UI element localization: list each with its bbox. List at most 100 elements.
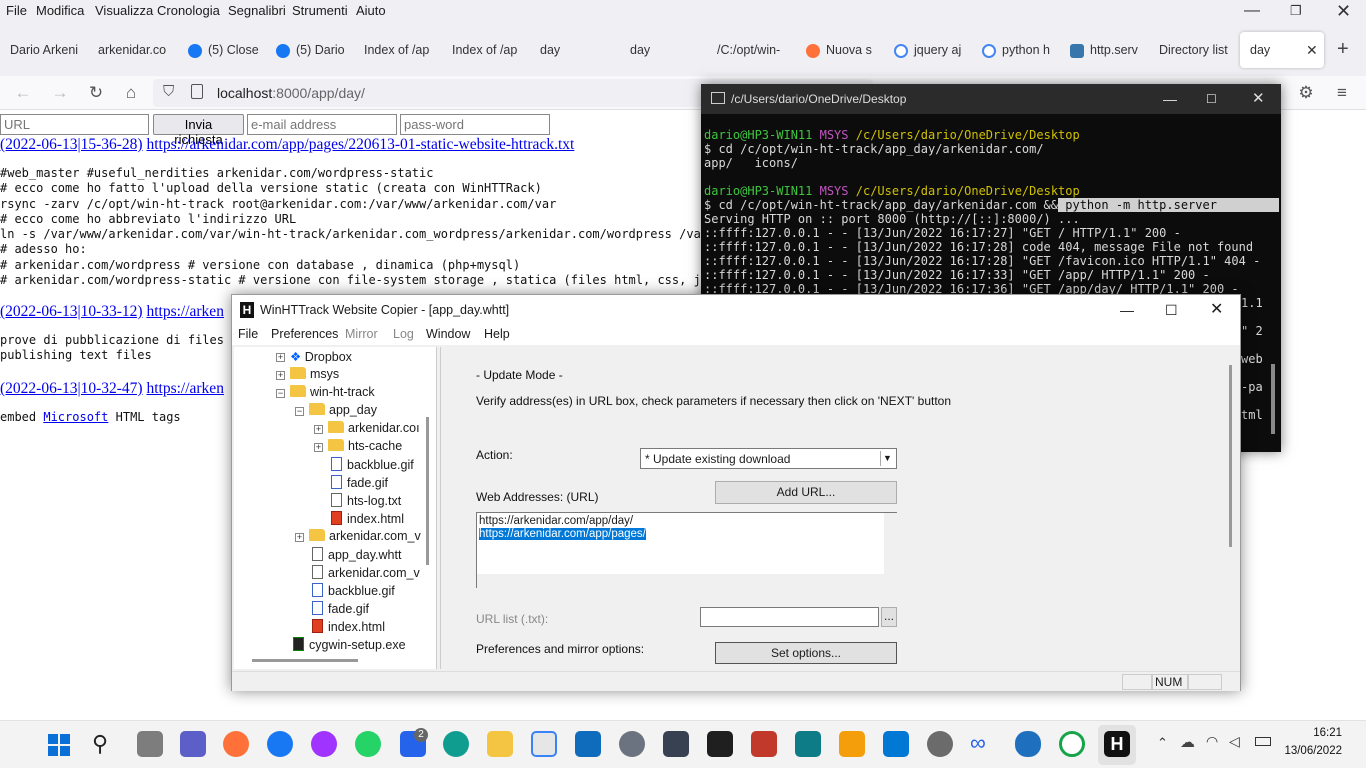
expand-icon[interactable]: +: [276, 371, 285, 380]
store-icon[interactable]: [531, 731, 557, 757]
firefox-icon[interactable]: [223, 731, 249, 757]
terminal-scrollbar[interactable]: [1271, 364, 1275, 434]
menu-log[interactable]: Log: [393, 327, 414, 341]
tree-scrollbar[interactable]: [426, 417, 429, 565]
menu-visualizza[interactable]: Visualizza: [95, 3, 153, 18]
action-select[interactable]: * Update existing download ▼: [640, 448, 897, 469]
expand-icon[interactable]: +: [314, 425, 323, 434]
add-url-button[interactable]: Add URL...: [715, 481, 897, 504]
camera-icon[interactable]: [663, 731, 689, 757]
whatsapp-icon[interactable]: [355, 731, 381, 757]
httrack-titlebar[interactable]: H WinHTTrack Website Copier - [app_day.w…: [232, 295, 1240, 325]
facebook-icon[interactable]: [267, 731, 293, 757]
expand-icon[interactable]: +: [314, 443, 323, 452]
teams-chat-icon[interactable]: [180, 731, 206, 757]
restore-icon[interactable]: ❐: [1290, 3, 1302, 19]
tab-item[interactable]: Nuova s: [796, 32, 878, 68]
maximize-icon[interactable]: ☐: [1206, 84, 1217, 114]
email-input[interactable]: [247, 114, 397, 135]
collapse-icon[interactable]: −: [276, 389, 285, 398]
set-options-button[interactable]: Set options...: [715, 642, 897, 664]
tree-item[interactable]: cygwin-setup.exe: [293, 637, 406, 652]
tree-item[interactable]: backblue.gif: [312, 583, 395, 598]
menu-mirror[interactable]: Mirror: [345, 327, 378, 341]
clock-time[interactable]: 16:21: [1288, 727, 1342, 739]
tab-item[interactable]: Index of /ap: [354, 32, 436, 68]
reload-icon[interactable]: ↻: [85, 82, 107, 104]
url-textarea[interactable]: https://arkenidar.com/app/day/ https://a…: [476, 512, 897, 588]
tree-item[interactable]: index.html: [331, 511, 404, 526]
maximize-icon[interactable]: ☐: [1165, 295, 1178, 325]
tree-item[interactable]: index.html: [312, 619, 385, 634]
tab-item[interactable]: Index of /ap: [442, 32, 524, 68]
tree-item[interactable]: fade.gif: [312, 601, 369, 616]
microsoft-link[interactable]: Microsoft: [43, 410, 108, 424]
url-hscrollbar[interactable]: [477, 574, 884, 588]
tree-item[interactable]: hts-log.txt: [331, 493, 401, 508]
remote-icon[interactable]: [795, 731, 821, 757]
search-icon[interactable]: ⚲: [92, 731, 108, 757]
menu-file[interactable]: File: [6, 3, 27, 18]
url-list-input[interactable]: [700, 607, 879, 627]
volume-icon[interactable]: ◁: [1229, 733, 1240, 750]
tree-item[interactable]: app_day: [309, 403, 377, 417]
close-icon[interactable]: ✕: [1252, 84, 1265, 114]
messenger-icon[interactable]: [311, 731, 337, 757]
vscode-icon[interactable]: [883, 731, 909, 757]
tab-item[interactable]: day: [530, 32, 612, 68]
tab-item[interactable]: jquery aj: [884, 32, 966, 68]
tree-item[interactable]: msys: [290, 367, 339, 381]
hamburger-menu-icon[interactable]: ≡: [1331, 82, 1353, 104]
edge-icon[interactable]: [443, 731, 469, 757]
chevron-up-icon[interactable]: ⌃: [1157, 735, 1168, 751]
tab-item-active[interactable]: day ✕: [1240, 32, 1324, 68]
tab-item[interactable]: arkenidar.co: [88, 32, 170, 68]
file-explorer-icon[interactable]: [487, 731, 513, 757]
menu-file[interactable]: File: [238, 327, 258, 341]
menu-segnalibri[interactable]: Segnalibri: [228, 3, 286, 18]
minimize-icon[interactable]: —: [1120, 295, 1134, 325]
forward-icon[interactable]: →: [49, 82, 71, 104]
sublime-icon[interactable]: [839, 731, 865, 757]
tree-item[interactable]: app_day.whtt: [312, 547, 401, 562]
menu-cronologia[interactable]: Cronologia: [157, 3, 220, 18]
tree-item[interactable]: arkenidar.coı: [328, 421, 420, 435]
tree-item[interactable]: win-ht-track: [290, 385, 375, 399]
settings-icon[interactable]: [619, 731, 645, 757]
expand-icon[interactable]: +: [295, 533, 304, 542]
tree-item[interactable]: ❖ Dropbox: [290, 349, 352, 364]
folder-tree[interactable]: + ❖ Dropbox + msys − win-ht-track − app_…: [234, 347, 437, 669]
minimize-icon[interactable]: —: [1244, 2, 1260, 20]
post-link[interactable]: (2022-06-13|10-33-12) https://arken: [0, 303, 224, 321]
close-icon[interactable]: ✕: [1210, 295, 1223, 325]
tab-item[interactable]: http.serv: [1060, 32, 1142, 68]
tree-item[interactable]: arkenidar.com_v: [312, 565, 420, 580]
url-input[interactable]: [0, 114, 149, 135]
minimize-icon[interactable]: —: [1163, 84, 1177, 114]
tree-item[interactable]: fade.gif: [331, 475, 388, 490]
tab-item[interactable]: (5) Dario: [266, 32, 348, 68]
task-view-icon[interactable]: [137, 731, 163, 757]
home-icon[interactable]: ⌂: [120, 82, 142, 104]
password-input[interactable]: [400, 114, 550, 135]
settings-gear-icon[interactable]: ⚙: [1295, 82, 1317, 104]
menu-help[interactable]: Help: [484, 327, 510, 341]
httrack-taskbar-icon[interactable]: H: [1104, 731, 1130, 757]
tree-item[interactable]: backblue.gif: [331, 457, 414, 472]
post-link[interactable]: (2022-06-13|15-36-28) https://arkenidar.…: [0, 136, 574, 154]
close-icon[interactable]: ✕: [1336, 1, 1351, 22]
menu-window[interactable]: Window: [426, 327, 470, 341]
send-request-button[interactable]: Invia richiesta: [153, 114, 244, 147]
infinity-icon[interactable]: ∞: [970, 730, 986, 756]
httrack-window[interactable]: H WinHTTrack Website Copier - [app_day.w…: [231, 294, 1241, 691]
terminal-icon[interactable]: [707, 731, 733, 757]
cloud-app-icon[interactable]: [1015, 731, 1041, 757]
url-vscrollbar[interactable]: [884, 513, 897, 588]
post-link[interactable]: (2022-06-13|10-32-47) https://arken: [0, 380, 224, 398]
tab-item[interactable]: /C:/opt/win-: [707, 32, 789, 68]
clock-date[interactable]: 13/06/2022: [1280, 745, 1342, 757]
onedrive-cloud-icon[interactable]: ☁: [1180, 733, 1195, 751]
tree-hscrollbar[interactable]: [252, 659, 358, 662]
tree-item[interactable]: arkenidar.com_v: [309, 529, 421, 543]
tab-item[interactable]: day: [620, 32, 702, 68]
